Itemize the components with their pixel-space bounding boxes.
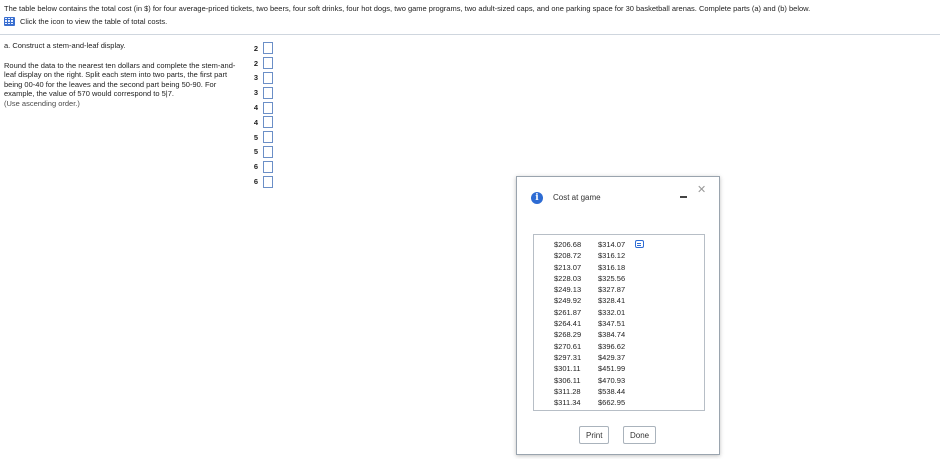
cost-cell: $208.72 bbox=[554, 251, 582, 261]
stem-label: 6 bbox=[253, 162, 259, 172]
cost-cell: $396.62 bbox=[598, 341, 626, 351]
cost-cell: $213.07 bbox=[554, 262, 582, 272]
stem-label: 5 bbox=[253, 132, 259, 142]
cost-cell: $249.13 bbox=[554, 285, 582, 295]
cost-cell: $328.41 bbox=[598, 296, 626, 306]
stem-label: 5 bbox=[253, 147, 259, 157]
part-a: a. Construct a stem-and-leaf display. Ro… bbox=[4, 41, 244, 108]
cost-cell: $297.31 bbox=[554, 352, 582, 362]
cost-cell: $261.87 bbox=[554, 307, 582, 317]
cost-cell: $249.92 bbox=[554, 296, 582, 306]
stem-row: 2 bbox=[252, 56, 273, 71]
stem-label: 6 bbox=[253, 177, 259, 187]
leaf-input[interactable] bbox=[263, 175, 273, 188]
stem-row: 2 bbox=[252, 41, 273, 56]
info-icon: i bbox=[531, 192, 543, 204]
cost-cell: $316.18 bbox=[598, 262, 626, 272]
cost-cell: $301.11 bbox=[554, 364, 581, 374]
leaf-input[interactable] bbox=[263, 116, 273, 129]
cost-cell: $316.12 bbox=[598, 251, 626, 261]
stem-row: 5 bbox=[252, 145, 273, 160]
close-icon[interactable]: ✕ bbox=[697, 185, 706, 196]
stem-row: 4 bbox=[252, 100, 273, 115]
cost-cell: $384.74 bbox=[598, 330, 626, 340]
cost-table: $206.68 $314.07 $208.72 $316.12 $213.07 $316.… bbox=[554, 239, 638, 408]
stem-label: 2 bbox=[253, 43, 259, 53]
cost-cell: $429.37 bbox=[598, 352, 626, 362]
table-link[interactable]: Click the icon to view the table of tota… bbox=[4, 17, 167, 26]
leaf-input[interactable] bbox=[263, 101, 273, 114]
minimize-icon[interactable] bbox=[680, 196, 687, 198]
stem-label: 4 bbox=[253, 103, 259, 113]
stem-row: 6 bbox=[252, 159, 273, 174]
stem-label: 3 bbox=[253, 73, 259, 83]
copy-data-icon[interactable] bbox=[635, 240, 644, 248]
cost-cell: $332.01 bbox=[598, 307, 626, 317]
cost-dialog: i Cost at game ✕ $206.68 $314.07 $208.72 $3… bbox=[516, 176, 720, 455]
cost-cell: $325.56 bbox=[598, 273, 626, 283]
cost-cell: $314.07 bbox=[598, 240, 626, 249]
cost-cell: $327.87 bbox=[598, 285, 626, 295]
question-intro: The table below contains the total cost … bbox=[4, 4, 811, 13]
stem-label: 4 bbox=[253, 117, 259, 127]
cost-cell: $306.11 bbox=[554, 375, 581, 385]
part-a-heading: a. Construct a stem-and-leaf display. bbox=[4, 41, 126, 50]
print-button[interactable]: Print bbox=[579, 426, 610, 444]
leaf-input[interactable] bbox=[263, 145, 273, 158]
stem-row: 4 bbox=[252, 115, 273, 130]
page: The table below contains the total cost … bbox=[0, 0, 940, 459]
table-icon[interactable] bbox=[4, 17, 15, 26]
stem-row: 6 bbox=[252, 174, 273, 189]
cost-cell: $264.41 bbox=[554, 319, 582, 329]
stem-label: 3 bbox=[253, 88, 259, 98]
cost-cell: $662.95 bbox=[598, 398, 626, 408]
leaf-input[interactable] bbox=[263, 131, 273, 144]
cost-cell: $470.93 bbox=[598, 375, 626, 385]
cost-cell: $206.68 bbox=[554, 240, 582, 249]
leaf-input[interactable] bbox=[263, 86, 273, 99]
leaf-input[interactable] bbox=[263, 160, 273, 173]
cost-cell: $347.51 bbox=[598, 319, 626, 329]
cost-cell: $538.44 bbox=[598, 386, 626, 396]
stem-row: 3 bbox=[252, 71, 273, 86]
stem-label: 2 bbox=[253, 58, 259, 68]
cost-cell: $311.28 bbox=[554, 386, 581, 396]
leaf-input[interactable] bbox=[263, 71, 273, 84]
leaf-input[interactable] bbox=[263, 57, 273, 70]
cost-cell: $228.03 bbox=[554, 273, 582, 283]
cost-cell: $451.99 bbox=[598, 364, 626, 374]
cost-table-panel: $206.68 $314.07 $208.72 $316.12 $213.07 $316.… bbox=[533, 234, 705, 411]
stem-row: 3 bbox=[252, 85, 273, 100]
table-link-text: Click the icon to view the table of tota… bbox=[20, 17, 168, 26]
leaf-input[interactable] bbox=[263, 42, 273, 55]
stem-and-leaf-display: 2 2 3 3 4 4 5 5 6 6 bbox=[252, 41, 273, 189]
part-a-instruction: Round the data to the nearest ten dollar… bbox=[4, 60, 236, 99]
cost-cell: $311.34 bbox=[554, 398, 581, 408]
divider bbox=[0, 34, 940, 35]
cost-cell: $268.29 bbox=[554, 330, 582, 340]
dialog-title: Cost at game bbox=[553, 193, 601, 202]
stem-row: 5 bbox=[252, 130, 273, 145]
part-a-hint: (Use ascending order.) bbox=[4, 98, 80, 108]
cost-cell: $270.61 bbox=[554, 341, 582, 351]
done-button[interactable]: Done bbox=[623, 426, 657, 444]
